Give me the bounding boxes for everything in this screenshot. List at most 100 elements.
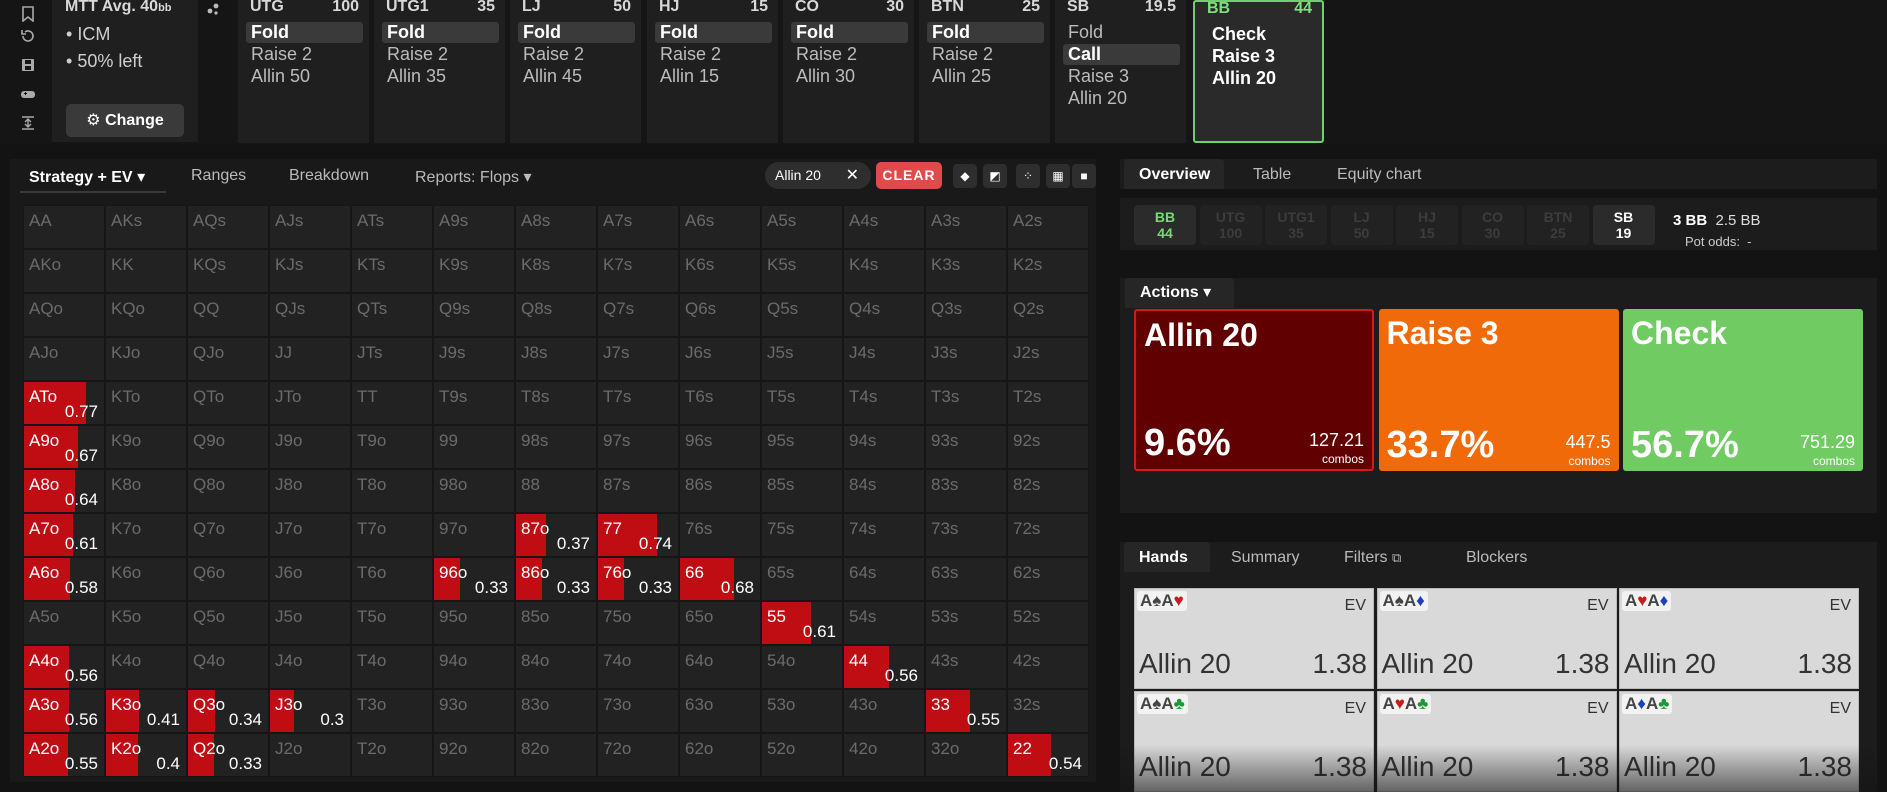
player-co[interactable]: CO 30 Fold Raise 2 Allin 30 xyxy=(783,0,914,143)
hand-cell[interactable]: 77 0.74 xyxy=(597,513,679,557)
hand-cell[interactable]: 32s xyxy=(1007,689,1089,733)
action-option[interactable]: Raise 2 xyxy=(791,44,908,65)
hand-card[interactable]: A♠A♥ EV Allin 20 1.38 xyxy=(1134,588,1374,689)
hand-cell[interactable]: 53s xyxy=(925,601,1007,645)
action-option[interactable]: Fold xyxy=(1063,22,1180,43)
grid-icon[interactable]: ▦ xyxy=(1046,164,1070,188)
tab-ranges[interactable]: Ranges xyxy=(191,167,246,185)
hand-cell[interactable]: K9s xyxy=(433,249,515,293)
hand-cell[interactable]: K5s xyxy=(761,249,843,293)
hand-cell[interactable]: 83s xyxy=(925,469,1007,513)
action-option[interactable]: Allin 50 xyxy=(246,66,363,87)
action-option[interactable]: Allin 30 xyxy=(791,66,908,87)
action-option[interactable]: Raise 2 xyxy=(518,44,635,65)
cube-icon[interactable]: ◆ xyxy=(953,164,977,188)
hand-cell[interactable]: A4o 0.56 xyxy=(23,645,105,689)
hand-cell[interactable]: T9o xyxy=(351,425,433,469)
action-option[interactable]: Raise 3 xyxy=(1207,46,1324,67)
close-icon[interactable]: ✕ xyxy=(846,162,859,189)
hand-cell[interactable]: QJo xyxy=(187,337,269,381)
hand-cell[interactable]: 75o xyxy=(597,601,679,645)
hand-cell[interactable]: TT xyxy=(351,381,433,425)
hand-cell[interactable]: 52o xyxy=(761,733,843,777)
hand-cell[interactable]: KQo xyxy=(105,293,187,337)
hand-cell[interactable]: A5o xyxy=(23,601,105,645)
hand-cell[interactable]: A2o 0.55 xyxy=(23,733,105,777)
action-option[interactable]: Allin 45 xyxy=(518,66,635,87)
hand-cell[interactable]: 87s xyxy=(597,469,679,513)
hand-cell[interactable]: 53o xyxy=(761,689,843,733)
action-option[interactable]: Allin 20 xyxy=(1063,88,1180,109)
hand-cell[interactable]: 96o 0.33 xyxy=(433,557,515,601)
hand-cell[interactable]: A4s xyxy=(843,205,925,249)
player-lj[interactable]: LJ 50 Fold Raise 2 Allin 45 xyxy=(510,0,641,143)
player-utg[interactable]: UTG 100 Fold Raise 2 Allin 50 xyxy=(238,0,369,143)
hand-cell[interactable]: A2s xyxy=(1007,205,1089,249)
hand-cell[interactable]: K4s xyxy=(843,249,925,293)
hand-cell[interactable]: QTo xyxy=(187,381,269,425)
hand-cell[interactable]: QTs xyxy=(351,293,433,337)
seat-utg1[interactable]: UTG1 35 xyxy=(1265,205,1327,245)
hand-cell[interactable]: Q6s xyxy=(679,293,761,337)
hand-cell[interactable]: K3o 0.41 xyxy=(105,689,187,733)
tab-blockers[interactable]: Blockers xyxy=(1466,549,1527,567)
hand-cell[interactable]: 86s xyxy=(679,469,761,513)
hand-cell[interactable]: Q7s xyxy=(597,293,679,337)
seat-bb[interactable]: BB 44 xyxy=(1134,205,1196,245)
hand-cell[interactable]: 82o xyxy=(515,733,597,777)
hand-cell[interactable]: 99 xyxy=(433,425,515,469)
hand-cell[interactable]: 63o xyxy=(679,689,761,733)
hand-cell[interactable]: 54s xyxy=(843,601,925,645)
hand-cell[interactable]: T7s xyxy=(597,381,679,425)
hand-cell[interactable]: 96s xyxy=(679,425,761,469)
hand-cell[interactable]: 65s xyxy=(761,557,843,601)
actions-dropdown[interactable]: Actions ▾ xyxy=(1125,278,1234,308)
hand-cell[interactable]: T2s xyxy=(1007,381,1089,425)
bookmark-icon[interactable] xyxy=(20,6,36,23)
tab-summary[interactable]: Summary xyxy=(1231,549,1299,567)
compress-icon[interactable]: ⁘ xyxy=(1016,164,1040,188)
hand-cell[interactable]: 64o xyxy=(679,645,761,689)
square-icon[interactable]: ■ xyxy=(1072,164,1096,188)
hand-card[interactable]: A♥A♦ EV Allin 20 1.38 xyxy=(1619,588,1859,689)
tab-strategy-ev[interactable]: Strategy + EV ▾ xyxy=(29,167,145,187)
hand-cell[interactable]: J3s xyxy=(925,337,1007,381)
hand-cell[interactable]: 94o xyxy=(433,645,515,689)
hand-cell[interactable]: A9s xyxy=(433,205,515,249)
hand-cell[interactable]: 42o xyxy=(843,733,925,777)
hand-cell[interactable]: T8o xyxy=(351,469,433,513)
hand-cell[interactable]: 72s xyxy=(1007,513,1089,557)
hand-cell[interactable]: 95o xyxy=(433,601,515,645)
hand-cell[interactable]: J4o xyxy=(269,645,351,689)
seat-co[interactable]: CO 30 xyxy=(1461,205,1524,245)
hand-cell[interactable]: 97s xyxy=(597,425,679,469)
hand-cell[interactable]: 66 0.68 xyxy=(679,557,761,601)
action-option[interactable]: Check xyxy=(1207,24,1324,45)
hand-cell[interactable]: AJo xyxy=(23,337,105,381)
hand-cell[interactable]: KK xyxy=(105,249,187,293)
action-option[interactable]: Raise 2 xyxy=(382,44,499,65)
hand-cell[interactable]: 54o xyxy=(761,645,843,689)
hand-cell[interactable]: 76s xyxy=(679,513,761,557)
hand-cell[interactable]: A8s xyxy=(515,205,597,249)
clear-button[interactable]: CLEAR xyxy=(876,162,942,189)
action-option[interactable]: Raise 3 xyxy=(1063,66,1180,87)
hand-cell[interactable]: 42s xyxy=(1007,645,1089,689)
tab-filters[interactable]: Filters ⧉ xyxy=(1344,549,1401,567)
hand-cell[interactable]: 74o xyxy=(597,645,679,689)
seat-utg[interactable]: UTG 100 xyxy=(1199,205,1262,245)
hand-cell[interactable]: Q5s xyxy=(761,293,843,337)
hand-cell[interactable]: 43s xyxy=(925,645,1007,689)
action-option[interactable]: Fold xyxy=(927,22,1044,43)
hand-cell[interactable]: 85s xyxy=(761,469,843,513)
change-button[interactable]: ⚙ Change xyxy=(66,104,184,137)
hand-cell[interactable]: T8s xyxy=(515,381,597,425)
action-option[interactable]: Raise 2 xyxy=(927,44,1044,65)
hand-cell[interactable]: Q8s xyxy=(515,293,597,337)
hand-cell[interactable]: 84o xyxy=(515,645,597,689)
hand-cell[interactable]: K4o xyxy=(105,645,187,689)
hand-cell[interactable]: T6o xyxy=(351,557,433,601)
hand-cell[interactable]: 55 0.61 xyxy=(761,601,843,645)
hand-cell[interactable]: J9o xyxy=(269,425,351,469)
action-option[interactable]: Fold xyxy=(246,22,363,43)
